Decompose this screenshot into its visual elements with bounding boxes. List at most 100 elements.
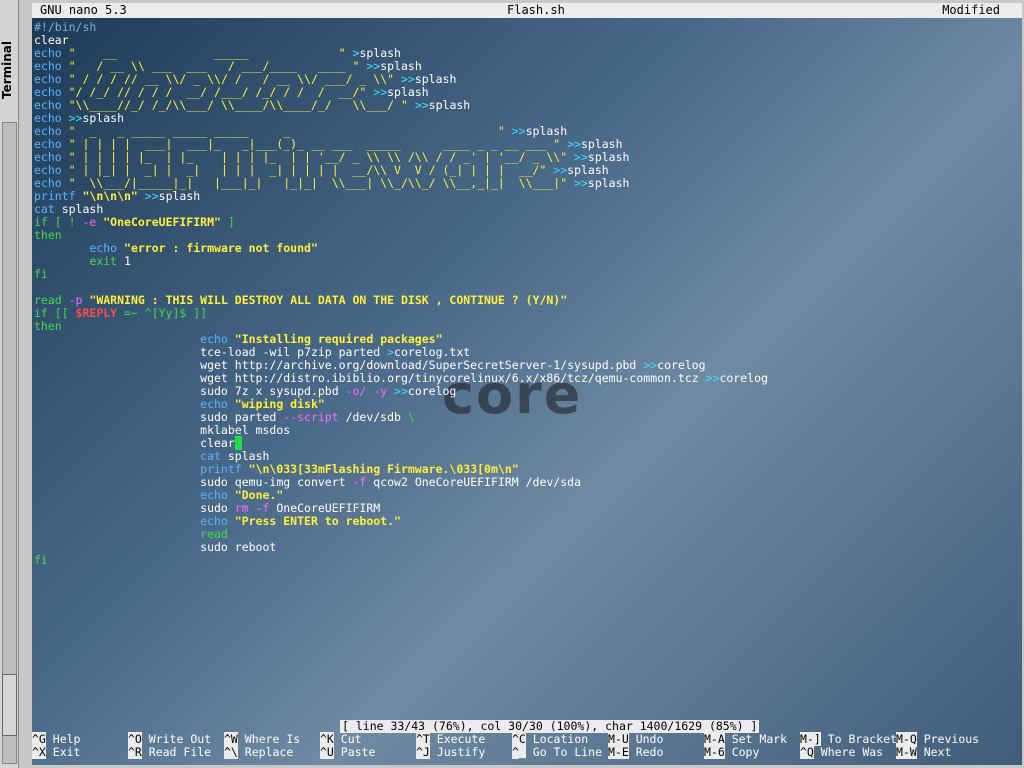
shortcut-label: Paste xyxy=(333,745,376,759)
shortcut-key: M-E xyxy=(608,745,629,759)
code-token: > xyxy=(387,345,395,359)
code-line[interactable]: sudo reboot xyxy=(34,541,1019,554)
code-token: read xyxy=(34,293,69,307)
code-token: echo xyxy=(34,332,235,346)
code-token: "/ /_/ // / / / __/ /___/ /_/ / / / __/" xyxy=(68,85,374,99)
shortcut-key: ^K xyxy=(320,732,334,746)
code-line[interactable]: echo "error : firmware not found" xyxy=(34,242,1019,255)
shortcut-label: Where Is xyxy=(237,732,301,746)
code-token: =~ ^[Yy]$ ]] xyxy=(117,306,208,320)
code-token: tce-load -wil p7zip parted xyxy=(34,345,388,359)
shortcut-replace[interactable]: ^\ Replace xyxy=(224,745,293,759)
shortcut-paste[interactable]: ^U Paste xyxy=(320,745,376,759)
terminal-window[interactable]: core GNU nano 5.3 Flash.sh Modified #!/b… xyxy=(32,3,1022,765)
code-line[interactable]: exit 1 xyxy=(34,255,1019,268)
code-token: splash xyxy=(525,124,568,138)
code-token: exit xyxy=(34,254,125,268)
shortcut-key: ^Q xyxy=(800,745,814,759)
code-token: cat xyxy=(34,449,228,463)
code-token: echo xyxy=(34,150,69,164)
text-cursor: X xyxy=(234,436,242,450)
file-name: Flash.sh xyxy=(507,3,565,17)
code-token: >> xyxy=(373,85,388,99)
code-token: splash xyxy=(387,85,429,99)
code-token: sudo reboot xyxy=(34,540,277,554)
code-token: corelog xyxy=(657,358,706,372)
code-token: echo xyxy=(34,241,125,255)
code-token: echo xyxy=(34,98,69,112)
code-token: " | | | | ___| ___|_ _|___(_)_ __ ___ __… xyxy=(68,137,568,151)
shortcut-key: ^O xyxy=(128,732,142,746)
code-token: >> xyxy=(400,72,415,86)
shortcut-next[interactable]: M-W Next xyxy=(896,745,952,759)
code-token: then xyxy=(34,228,62,242)
code-token: -f xyxy=(352,475,374,489)
code-token: $REPLY xyxy=(75,306,118,320)
code-token: splash xyxy=(428,98,471,112)
shortcut-where-was[interactable]: ^Q Where Was xyxy=(800,745,883,759)
code-line[interactable]: fi xyxy=(34,268,1019,281)
code-token: mklabel msdos xyxy=(34,423,291,437)
shortcut-key: ^C xyxy=(512,732,526,746)
code-token: echo xyxy=(34,176,69,190)
shortcut-key: M-A xyxy=(704,732,725,746)
side-scrollbar[interactable] xyxy=(2,122,17,764)
shortcut-key: M-] xyxy=(800,732,821,746)
code-token: \ xyxy=(407,410,415,424)
shortcut-go-to-line[interactable]: ^_ Go To Line xyxy=(512,745,602,759)
code-line[interactable]: printf "\n\n\n" >>splash xyxy=(34,190,1019,203)
code-line[interactable]: echo "\\____//_/ /_/\\___/ \\____/\\____… xyxy=(34,99,1019,112)
code-token: rm -f xyxy=(234,501,277,515)
code-token: corelog.txt xyxy=(394,345,471,359)
code-token: "\n\n\n" xyxy=(82,189,145,203)
code-token: cat xyxy=(34,202,62,216)
shortcut-key: M-Q xyxy=(896,732,917,746)
shortcut-key: ^W xyxy=(224,732,238,746)
code-token: -e xyxy=(82,215,104,229)
code-line[interactable]: #!/bin/sh xyxy=(34,21,1019,34)
code-token: >> xyxy=(68,111,83,125)
code-token: echo xyxy=(34,137,69,151)
shortcut-label: Execute xyxy=(429,732,486,746)
terminal-side-tab[interactable]: Terminal xyxy=(0,0,19,768)
code-token: echo xyxy=(34,46,69,60)
code-token: "WARNING : THIS WILL DESTROY ALL DATA ON… xyxy=(89,293,568,307)
nano-version: GNU nano 5.3 xyxy=(40,3,127,17)
code-line[interactable]: if [ ! -e "OneCoreUEFIFIRM" ] xyxy=(34,216,1019,229)
code-token: corelog xyxy=(407,384,457,398)
code-token: >> xyxy=(511,124,526,138)
shortcut-redo[interactable]: M-E Redo xyxy=(608,745,664,759)
code-token: if [ ! xyxy=(34,215,83,229)
code-token: qcow2 OneCoreUEFIFIRM /dev/sda xyxy=(373,475,581,489)
shortcut-label: Cut xyxy=(333,732,362,746)
shortcut-key: M-U xyxy=(608,732,629,746)
code-token: splash xyxy=(359,46,401,60)
code-line[interactable]: fi xyxy=(34,554,1019,567)
code-token: splash xyxy=(587,176,630,190)
code-token: splash xyxy=(82,111,125,125)
shortcut-label: Exit xyxy=(45,745,81,759)
shortcut-label: Next xyxy=(916,745,952,759)
code-token: >> xyxy=(705,371,720,385)
code-token: -p xyxy=(68,293,90,307)
shortcut-label: Justify xyxy=(429,745,486,759)
code-token: ] xyxy=(220,215,235,229)
code-token: "wiping disk" xyxy=(234,397,325,411)
code-token: " | | | | |_ | |_ | | | |_ | | '__/ _ \\… xyxy=(68,150,575,164)
code-token: splash xyxy=(61,202,104,216)
shortcut-justify[interactable]: ^J Justify xyxy=(416,745,486,759)
code-token: splash xyxy=(567,163,609,177)
code-token: splash xyxy=(587,150,630,164)
side-scrollbar-thumb[interactable] xyxy=(2,674,17,736)
code-token: >> xyxy=(643,358,658,372)
editor-text-area[interactable]: #!/bin/sh clear echo " __ _____ " >splash e… xyxy=(34,21,1019,567)
code-token: echo xyxy=(34,397,235,411)
code-token: then xyxy=(34,319,62,333)
code-token: "Press ENTER to reboot." xyxy=(234,514,401,528)
code-token: sudo 7z x sysupd.pbd xyxy=(34,384,346,398)
shortcut-read-file[interactable]: ^R Read File xyxy=(128,745,211,759)
shortcut-copy[interactable]: M-6 Copy xyxy=(704,745,759,759)
shortcut-exit[interactable]: ^X Exit xyxy=(32,745,81,759)
shortcut-label: Redo xyxy=(628,745,664,759)
code-line[interactable]: if [[ $REPLY =~ ^[Yy]$ ]] xyxy=(34,307,1019,320)
